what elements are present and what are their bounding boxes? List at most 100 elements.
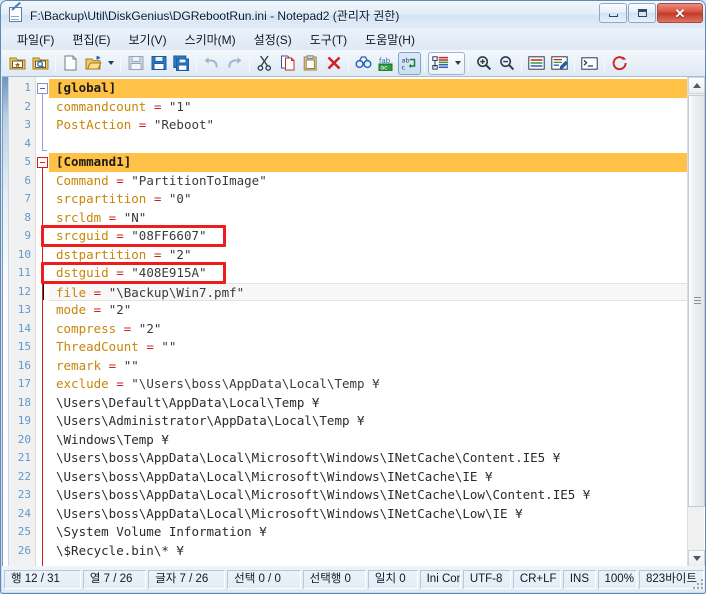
- resize-grip-icon[interactable]: [691, 577, 703, 589]
- code-line[interactable]: remark = "": [49, 357, 705, 376]
- menu-tools[interactable]: 도구(T): [301, 29, 356, 50]
- code-line[interactable]: srcguid = "08FF6607": [49, 227, 705, 246]
- save-copy-icon[interactable]: [170, 52, 193, 75]
- line-number: 19: [17, 414, 31, 427]
- code-line[interactable]: mode = "2": [49, 301, 705, 320]
- line-number: 24: [17, 506, 31, 520]
- code-line[interactable]: dstguid = "408E915A": [49, 264, 705, 283]
- favorites-folder-icon[interactable]: [6, 52, 29, 75]
- status-zoom[interactable]: 100%: [597, 569, 638, 589]
- code-line[interactable]: [49, 135, 705, 154]
- code-line[interactable]: [global]: [49, 79, 705, 98]
- ini-value: "0": [168, 191, 192, 206]
- menu-file[interactable]: 파일(F): [8, 29, 63, 50]
- save-icon[interactable]: [124, 52, 147, 75]
- ini-equals: =: [86, 302, 109, 317]
- code-line[interactable]: commandcount = "1": [49, 98, 705, 117]
- ini-key: dstpartition: [56, 246, 147, 262]
- vertical-scrollbar[interactable]: [687, 77, 705, 567]
- copy-icon[interactable]: [276, 52, 299, 75]
- toolbar-separator: [521, 54, 522, 72]
- status-eol[interactable]: CR+LF: [512, 569, 561, 589]
- status-encoding[interactable]: UTF-8: [462, 569, 511, 589]
- new-file-icon[interactable]: [59, 52, 82, 75]
- code-line[interactable]: \Users\boss\AppData\Local\Microsoft\Wind…: [49, 468, 705, 487]
- ini-continuation: \Users\boss\AppData\Local\Microsoft\Wind…: [56, 487, 591, 502]
- zoom-in-icon[interactable]: [472, 52, 495, 75]
- schemes-dropdown-arrow[interactable]: [452, 52, 464, 75]
- title-bar[interactable]: F:\Backup\Util\DiskGenius\DGRebootRun.in…: [1, 1, 705, 29]
- ini-equals: =: [108, 172, 132, 188]
- paste-icon[interactable]: [299, 52, 322, 75]
- word-wrap-icon[interactable]: [525, 52, 548, 75]
- scrollbar-thumb[interactable]: [688, 95, 705, 507]
- fold-marker-command1[interactable]: [37, 157, 48, 168]
- scroll-down-button[interactable]: [688, 550, 705, 567]
- code-line[interactable]: dstpartition = "2": [49, 246, 705, 265]
- menu-edit[interactable]: 편집(E): [63, 29, 119, 50]
- code-line[interactable]: PostAction = "Reboot": [49, 116, 705, 135]
- code-line[interactable]: file = "\Backup\Win7.pmf": [49, 282, 705, 301]
- menu-view[interactable]: 보기(V): [119, 29, 175, 50]
- ini-equals: =: [138, 339, 162, 354]
- code-text-area[interactable]: [global] commandcount = "1" PostAction = "…: [49, 77, 705, 567]
- edit-properties-icon[interactable]: [548, 52, 571, 75]
- code-line[interactable]: \$Recycle.bin\* ¥: [49, 542, 705, 561]
- editor-area[interactable]: 1 2 3 4 5 6 7 8 9 10 11 12 13 14 15 16 17 18 19 20 21 22 23 24 2…: [2, 77, 705, 567]
- maximize-button[interactable]: [628, 3, 656, 23]
- status-row[interactable]: 행 12 / 31: [4, 569, 81, 589]
- exit-icon[interactable]: [608, 52, 631, 75]
- code-line[interactable]: compress = "2": [49, 320, 705, 339]
- schemes-icon[interactable]: [429, 52, 452, 75]
- code-line[interactable]: \Users\Administrator\AppData\Local\Temp …: [49, 412, 705, 431]
- status-scheme[interactable]: Ini Config Files: [419, 569, 461, 589]
- status-insert-mode[interactable]: INS: [562, 569, 596, 589]
- undo-icon[interactable]: [200, 52, 223, 75]
- fold-marker-global[interactable]: [37, 83, 48, 94]
- line-number: 7: [24, 192, 31, 205]
- code-line[interactable]: \Users\Default\AppData\Local\Temp ¥: [49, 394, 705, 413]
- close-button[interactable]: ✕: [657, 3, 703, 23]
- delete-icon[interactable]: [322, 52, 345, 75]
- menu-schema[interactable]: 스키마(M): [176, 29, 245, 50]
- console-icon[interactable]: [578, 52, 601, 75]
- code-line[interactable]: [Command1]: [49, 153, 705, 172]
- find-icon[interactable]: [352, 52, 375, 75]
- status-selection[interactable]: 선택 0 / 0: [227, 569, 301, 589]
- code-line[interactable]: \System Volume Information ¥: [49, 523, 705, 542]
- zoom-out-icon[interactable]: [495, 52, 518, 75]
- fold-end-marker: [42, 149, 47, 151]
- code-line[interactable]: \Users\boss\AppData\Local\Microsoft\Wind…: [49, 505, 705, 524]
- menu-settings[interactable]: 설정(S): [245, 29, 301, 50]
- menu-help[interactable]: 도움말(H): [356, 29, 424, 50]
- ini-value: "PartitionToImage": [131, 172, 267, 188]
- menu-bar: 파일(F) 편집(E) 보기(V) 스키마(M) 설정(S) 도구(T) 도움말…: [2, 29, 705, 50]
- redo-icon[interactable]: [223, 52, 246, 75]
- open-dropdown-arrow[interactable]: [105, 52, 117, 75]
- open-file-icon[interactable]: [82, 52, 105, 75]
- ini-equals: =: [101, 357, 124, 373]
- code-folding-margin[interactable]: [36, 77, 49, 567]
- code-line[interactable]: Command = "PartitionToImage": [49, 172, 705, 191]
- find-replace-toggle-icon[interactable]: ab c: [398, 51, 421, 75]
- scroll-up-button[interactable]: [688, 77, 705, 94]
- replace-icon[interactable]: fab ac: [375, 52, 398, 75]
- ini-equals: =: [131, 117, 154, 132]
- line-number: 8: [24, 210, 31, 224]
- code-line[interactable]: srcldm = "N": [49, 209, 705, 228]
- code-line[interactable]: \Users\boss\AppData\Local\Microsoft\Wind…: [49, 449, 705, 468]
- code-line[interactable]: ThreadCount = "": [49, 338, 705, 357]
- status-sel-lines[interactable]: 선택행 0: [302, 569, 366, 589]
- minimize-button[interactable]: [599, 3, 627, 23]
- save-as-icon[interactable]: [147, 52, 170, 75]
- status-matches[interactable]: 일치 0: [367, 569, 418, 589]
- status-char[interactable]: 글자 7 / 26: [148, 569, 226, 589]
- status-column[interactable]: 열 7 / 26: [82, 569, 147, 589]
- code-line[interactable]: exclude = "\Users\boss\AppData\Local\Tem…: [49, 375, 705, 394]
- code-line[interactable]: \Users\boss\AppData\Local\Microsoft\Wind…: [49, 486, 705, 505]
- cut-icon[interactable]: [253, 52, 276, 75]
- code-line[interactable]: srcpartition = "0": [49, 190, 705, 209]
- line-number: 11: [17, 266, 31, 279]
- code-line[interactable]: \Windows\Temp ¥: [49, 431, 705, 450]
- browse-folder-icon[interactable]: [29, 52, 52, 75]
